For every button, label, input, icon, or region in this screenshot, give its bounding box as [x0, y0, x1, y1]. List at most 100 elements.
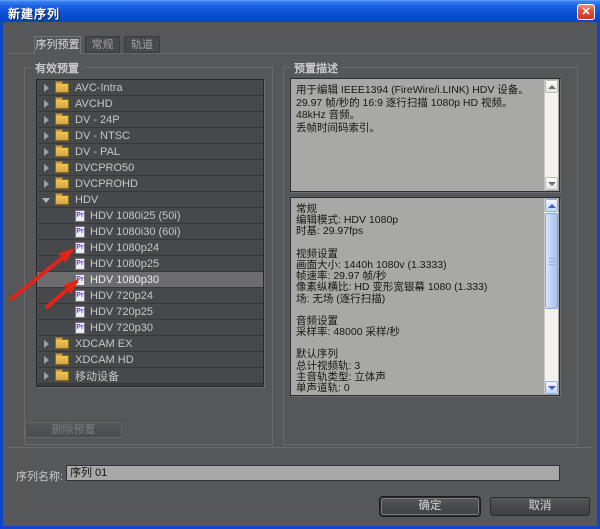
text-line: 默认序列 [296, 346, 541, 357]
expand-icon[interactable] [42, 339, 52, 349]
close-icon[interactable]: ✕ [577, 4, 595, 20]
delete-preset-button[interactable]: 删除预置 [25, 422, 122, 438]
preset-summary-textarea[interactable]: 用于编辑 IEEE1394 (FireWire/i.LINK) HDV 设备。2… [290, 78, 560, 192]
expand-icon[interactable] [42, 179, 52, 189]
tree-item-hdv-1080i25-50i-[interactable]: Pr HDV 1080i25 (50i) [37, 208, 263, 224]
text-line: 像素纵横比: HD 变形宽银幕 1080 (1.333) [296, 279, 541, 290]
expand-icon[interactable] [42, 115, 52, 125]
tree-item-avchd[interactable]: AVCHD [37, 96, 263, 112]
text-line: 时基: 29.97fps [296, 223, 541, 234]
tree-item-label: HDV 720p30 [90, 322, 153, 334]
preset-file-icon: Pr [75, 306, 85, 318]
sequence-name-input[interactable]: 序列 01 [66, 465, 560, 481]
scrollbar-thumb[interactable] [545, 213, 558, 309]
tree-item-hdv-720p24[interactable]: Pr HDV 720p24 [37, 288, 263, 304]
folder-icon [55, 179, 69, 189]
tree-item-hdv-1080p24[interactable]: Pr HDV 1080p24 [37, 240, 263, 256]
tree-item-avc-intra[interactable]: AVC-Intra [37, 80, 263, 96]
titlebar[interactable]: 新建序列 ✕ [0, 0, 600, 22]
folder-icon [55, 147, 69, 157]
tree-item-xdcam-hd[interactable]: XDCAM HD [37, 352, 263, 368]
expand-icon[interactable] [42, 99, 52, 109]
expand-icon[interactable] [42, 371, 52, 381]
scroll-up-icon[interactable] [545, 199, 558, 212]
summary-scrollbar[interactable] [544, 80, 558, 190]
tree-item-label: 移动设备 [75, 368, 119, 384]
preset-detail-textarea[interactable]: 常规编辑模式: HDV 1080p时基: 29.97fps 视频设置画面大小: 1… [290, 197, 560, 396]
folder-icon [55, 163, 69, 173]
preset-file-icon: Pr [75, 210, 85, 222]
folder-icon [55, 115, 69, 125]
expand-icon[interactable] [42, 163, 52, 173]
new-sequence-dialog: 新建序列 ✕ 序列预置 常规 轨道 有效预置 预置描述 AVC-IntraAVC… [0, 0, 600, 529]
available-presets-label: 有效预置 [31, 60, 83, 76]
text-line: 采样率: 48000 采样/秒 [296, 324, 541, 335]
tree-item-xdcam-ex[interactable]: XDCAM EX [37, 336, 263, 352]
folder-icon [55, 99, 69, 109]
preset-description-label: 预置描述 [290, 60, 342, 76]
tab-tracks[interactable]: 轨道 [124, 36, 160, 53]
scroll-down-icon[interactable] [545, 381, 558, 394]
ok-button[interactable]: 确定 [380, 497, 480, 516]
expand-icon[interactable] [42, 147, 52, 157]
tree-item-hdv-1080p25[interactable]: PrHDV 1080p25 [37, 256, 263, 272]
tree-item-label: DV - 24P [75, 114, 120, 126]
tree-item-hdv-1080i30-60i-[interactable]: Pr HDV 1080i30 (60i) [37, 224, 263, 240]
tree-item-label: DVCPROHD [75, 178, 138, 190]
tree-item-label: HDV 1080i30 (60i) [90, 226, 181, 238]
tree-item-hdv-720p25[interactable]: Pr HDV 720p25 [37, 304, 263, 320]
expand-icon[interactable] [42, 131, 52, 141]
tree-item-dv-ntsc[interactable]: DV - NTSC [37, 128, 263, 144]
tree-item-dv-24p[interactable]: DV - 24P [37, 112, 263, 128]
tab-sequence-presets[interactable]: 序列预置 [34, 36, 81, 54]
text-line: 视频设置 [296, 246, 541, 257]
preset-summary-text: 用于编辑 IEEE1394 (FireWire/i.LINK) HDV 设备。2… [291, 79, 559, 132]
tree-item-dvcpro50[interactable]: DVCPRO50 [37, 160, 263, 176]
tree-item-label: DV - NTSC [75, 130, 130, 142]
tree-item-label: HDV 1080p25 [90, 258, 159, 270]
tree-item-移动设备[interactable]: 移动设备 [37, 368, 263, 384]
text-line: 用于编辑 IEEE1394 (FireWire/i.LINK) HDV 设备。 [296, 82, 541, 95]
tree-item-label: AVC-Intra [75, 82, 122, 94]
tree-item-label: DV - PAL [75, 146, 120, 158]
tree-item-dv-pal[interactable]: DV - PAL [37, 144, 263, 160]
folder-icon [55, 339, 69, 349]
folder-icon [55, 355, 69, 365]
expand-icon[interactable] [42, 83, 52, 93]
tree-item-hdv-1080p30[interactable]: PrHDV 1080p30 [37, 272, 263, 288]
text-line: 主音轨类型: 立体声 [296, 369, 541, 380]
tree-item-dvcprohd[interactable]: DVCPROHD [37, 176, 263, 192]
preset-file-icon: Pr [75, 290, 85, 302]
tree-item-hdv[interactable]: HDV [37, 192, 263, 208]
tab-general[interactable]: 常规 [85, 36, 120, 53]
preset-tree[interactable]: AVC-Intra AVCHD DV - 24P DV - NTSC DV - PAL D… [36, 79, 264, 387]
folder-icon [55, 83, 69, 93]
expand-icon[interactable] [42, 355, 52, 365]
tree-item-label: HDV 1080p30 [90, 274, 159, 286]
cancel-button[interactable]: 取消 [490, 497, 590, 516]
text-line: 画面大小: 1440h 1080v (1.3333) [296, 257, 541, 268]
tree-item-label: AVCHD [75, 98, 113, 110]
preset-file-icon: Pr [75, 242, 85, 254]
text-line: 29.97 帧/秒的 16:9 逐行扫描 1080p HD 视频。 [296, 95, 541, 108]
collapse-icon[interactable] [42, 195, 52, 205]
text-line: 单声道轨: 0 [296, 380, 541, 391]
preset-file-icon: Pr [75, 226, 85, 238]
text-line: 常规 [296, 201, 541, 212]
tree-item-label: HDV 1080i25 (50i) [90, 210, 181, 222]
folder-icon [55, 371, 69, 381]
tree-item-label: XDCAM HD [75, 354, 134, 366]
tree-item-label: HDV [75, 194, 98, 206]
tree-item-label: HDV 720p25 [90, 306, 153, 318]
detail-scrollbar[interactable] [544, 199, 558, 394]
scroll-up-icon[interactable] [545, 80, 558, 93]
tree-item-hdv-720p30[interactable]: PrHDV 720p30 [37, 320, 263, 336]
sequence-name-label: 序列名称: [16, 468, 63, 484]
tree-item-label: HDV 1080p24 [90, 242, 159, 254]
text-line: 编辑模式: HDV 1080p [296, 212, 541, 223]
folder-icon [55, 195, 69, 205]
text-line: 丢帧时间码索引。 [296, 120, 541, 133]
folder-icon [55, 131, 69, 141]
scroll-down-icon[interactable] [545, 177, 558, 190]
tree-item-label: HDV 720p24 [90, 290, 153, 302]
